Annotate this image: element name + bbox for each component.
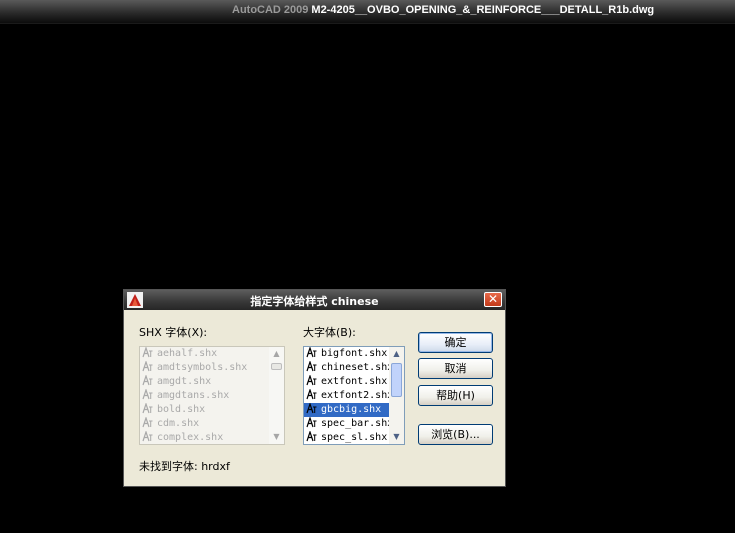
shx-font-list: aehalf.shx amdtsymbols.shx amgdt.shx amgdta… [139, 346, 285, 445]
font-list-item: aehalf.shx [140, 347, 269, 361]
shx-font-icon [306, 361, 317, 372]
font-list-item: amdtsymbols.shx [140, 361, 269, 375]
font-list-item[interactable]: extfont2.shx [304, 389, 389, 403]
scroll-thumb [271, 363, 282, 370]
font-substitution-dialog: 指定字体给样式 chinese ✕ SHX 字体(X): 大字体(B): aeh… [123, 289, 506, 487]
font-name: bigfont.shx [321, 348, 388, 359]
font-name: spec_bar.shx [321, 418, 389, 429]
font-list-item: amgdtans.shx [140, 389, 269, 403]
shx-font-label: SHX 字体(X): [139, 326, 208, 339]
font-list-item[interactable]: chineset.shx [304, 361, 389, 375]
font-name: aehalf.shx [157, 348, 218, 359]
shx-font-icon [306, 347, 317, 358]
font-list-item[interactable]: extfont.shx [304, 375, 389, 389]
help-button[interactable]: 帮助(H) [418, 385, 493, 406]
scroll-thumb[interactable] [391, 363, 402, 397]
close-button[interactable]: ✕ [484, 292, 502, 307]
big-list-scrollbar[interactable]: ▲ ▼ [389, 347, 404, 444]
shx-font-icon [142, 375, 153, 386]
font-list-item: bold.shx [140, 403, 269, 417]
font-list-item[interactable]: gbcbig.shx [304, 403, 389, 417]
shx-font-icon [306, 403, 317, 414]
scroll-down-arrow-icon[interactable]: ▼ [389, 430, 404, 444]
shx-font-icon [306, 417, 317, 428]
font-list-item: complex.shx [140, 431, 269, 444]
window-title-bar: AutoCAD 2009 M2-4205__OVBO_OPENING_&_REIN… [0, 0, 735, 24]
font-name: bold.shx [157, 404, 206, 415]
shx-font-icon [142, 417, 153, 428]
shx-font-icon [142, 389, 153, 400]
font-name: amgdt.shx [157, 376, 212, 387]
window-title: AutoCAD 2009 M2-4205__OVBO_OPENING_&_REIN… [232, 4, 654, 16]
document-name: M2-4205__OVBO_OPENING_&_REINFORCE___DETA… [311, 4, 655, 16]
font-name: chineset.shx [321, 362, 389, 373]
shx-font-icon [306, 431, 317, 442]
font-name: spec_sl.shx [321, 432, 388, 443]
scroll-up-arrow-icon: ▲ [273, 349, 280, 358]
ok-button[interactable]: 确定 [418, 332, 493, 353]
font-list-item: cdm.shx [140, 417, 269, 431]
font-name: gbcbig.shx [321, 404, 382, 415]
shx-font-icon [142, 431, 153, 442]
font-name: complex.shx [157, 432, 224, 443]
big-font-label: 大字体(B): [303, 326, 356, 339]
font-name: extfont.shx [321, 376, 388, 387]
shx-font-icon [306, 389, 317, 400]
font-list-item[interactable]: bigfont.shx [304, 347, 389, 361]
shx-list-scrollbar: ▲ ▼ [269, 347, 284, 444]
font-list-item[interactable]: spec_sl.shx [304, 431, 389, 444]
font-list-item[interactable]: spec_bar.shx [304, 417, 389, 431]
browse-button[interactable]: 浏览(B)... [418, 424, 493, 445]
big-font-list[interactable]: bigfont.shx chineset.shx extfont.shx extfon… [303, 346, 405, 445]
shx-font-icon [142, 403, 153, 414]
scroll-up-arrow-icon[interactable]: ▲ [389, 347, 404, 361]
font-name: amdtsymbols.shx [157, 362, 248, 373]
cancel-button[interactable]: 取消 [418, 358, 493, 379]
dialog-title-bar: 指定字体给样式 chinese ✕ [124, 290, 505, 310]
app-name: AutoCAD 2009 [232, 4, 309, 16]
scroll-down-arrow-icon: ▼ [273, 432, 280, 441]
font-name: extfont2.shx [321, 390, 389, 401]
missing-font-status: 未找到字体: hrdxf [139, 460, 230, 473]
font-name: amgdtans.shx [157, 390, 230, 401]
shx-font-icon [306, 375, 317, 386]
dialog-title: 指定字体给样式 chinese [250, 295, 379, 308]
shx-font-icon [142, 347, 153, 358]
shx-font-icon [142, 361, 153, 372]
font-list-item: amgdt.shx [140, 375, 269, 389]
font-name: cdm.shx [157, 418, 200, 429]
